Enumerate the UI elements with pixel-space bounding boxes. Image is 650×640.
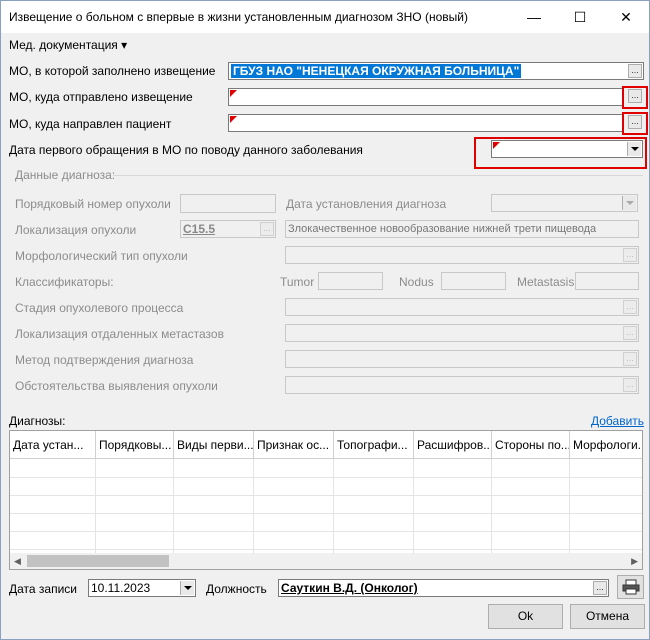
metastasis-field[interactable] bbox=[575, 272, 639, 290]
window-title: Извещение о больном с впервые в жизни ус… bbox=[9, 10, 468, 24]
classifiers-label: Классификаторы: bbox=[15, 275, 114, 289]
add-diagnosis-link[interactable]: Добавить bbox=[591, 414, 644, 428]
section-divider bbox=[113, 175, 643, 176]
column-header[interactable]: Признак ос... bbox=[254, 431, 334, 459]
confirm-method-label: Метод подтверждения диагноза bbox=[15, 353, 194, 367]
table-row[interactable] bbox=[10, 459, 642, 478]
tumor-loc-label: Локализация опухоли bbox=[15, 223, 137, 237]
confirm-method-field[interactable]: ... bbox=[285, 350, 639, 368]
meta-loc-field[interactable]: ... bbox=[285, 324, 639, 342]
print-button[interactable] bbox=[617, 575, 644, 599]
mo-filled-value: ГБУЗ НАО "НЕНЕЦКАЯ ОКРУЖНАЯ БОЛЬНИЦА" bbox=[231, 64, 522, 78]
mo-sent-field[interactable] bbox=[228, 88, 623, 106]
title-bar: Извещение о больном с впервые в жизни ус… bbox=[1, 1, 649, 33]
circumstances-label: Обстоятельства выявления опухоли bbox=[15, 379, 218, 393]
record-date-value: 10.11.2023 bbox=[91, 581, 151, 595]
tumor-loc-code: C15.5 bbox=[183, 222, 216, 236]
column-header[interactable]: Виды перви... bbox=[174, 431, 254, 459]
table-row[interactable] bbox=[10, 513, 642, 532]
metastasis-label: Metastasis bbox=[517, 275, 575, 289]
diagnoses-label: Диагнозы: bbox=[9, 414, 66, 428]
record-date-field[interactable]: 10.11.2023 bbox=[88, 579, 196, 597]
diag-date-label: Дата установления диагноза bbox=[286, 197, 447, 211]
position-label: Должность bbox=[206, 582, 267, 596]
tumor-field[interactable] bbox=[318, 272, 383, 290]
mo-patient-field[interactable] bbox=[228, 114, 623, 132]
morph-browse-button[interactable]: ... bbox=[623, 248, 637, 262]
position-field[interactable]: Сауткин В.Д. (Онколог) ... bbox=[278, 579, 609, 597]
highlight-first-visit-date bbox=[474, 137, 647, 169]
dialog-window: Извещение о больном с впервые в жизни ус… bbox=[0, 0, 650, 640]
record-date-label: Дата записи bbox=[9, 582, 77, 596]
tumor-loc-desc: Злокачественное новообразование нижней т… bbox=[288, 223, 597, 235]
diag-date-field[interactable] bbox=[491, 194, 638, 212]
scrollbar-thumb[interactable] bbox=[27, 555, 169, 567]
scroll-left-icon[interactable]: ◀ bbox=[14, 556, 21, 567]
meta-loc-label: Локализация отдаленных метастазов bbox=[15, 327, 224, 341]
close-button[interactable]: ✕ bbox=[603, 1, 649, 33]
cancel-button[interactable]: Отмена bbox=[570, 604, 645, 629]
circumstances-browse-button[interactable]: ... bbox=[623, 378, 637, 392]
printer-icon bbox=[622, 579, 639, 595]
diagnosis-section-title: Данные диагноза: bbox=[15, 168, 116, 182]
nodus-field[interactable] bbox=[441, 272, 506, 290]
minimize-button[interactable]: — bbox=[511, 1, 557, 33]
mo-filled-field[interactable]: ГБУЗ НАО "НЕНЕЦКАЯ ОКРУЖНАЯ БОЛЬНИЦА" ..… bbox=[228, 62, 644, 80]
column-header[interactable]: Дата устан... bbox=[10, 431, 96, 459]
tumor-loc-browse-button[interactable]: ... bbox=[260, 222, 274, 236]
morph-field[interactable]: ... bbox=[285, 246, 639, 264]
tumor-label: Tumor bbox=[280, 275, 315, 289]
morph-label: Морфологический тип опухоли bbox=[15, 249, 188, 263]
position-browse-button[interactable]: ... bbox=[593, 581, 607, 595]
tumor-loc-code-field[interactable]: C15.5 ... bbox=[180, 220, 276, 238]
diagnoses-table[interactable]: Дата устан... Порядковы... Виды перви...… bbox=[9, 430, 643, 570]
first-visit-label: Дата первого обращения в МО по поводу да… bbox=[9, 143, 363, 157]
tumor-number-field[interactable] bbox=[180, 194, 276, 213]
mo-filled-browse-button[interactable]: ... bbox=[628, 64, 642, 78]
stage-label: Стадия опухолевого процесса bbox=[15, 301, 184, 315]
record-date-dropdown-arrow[interactable] bbox=[180, 581, 194, 595]
column-header[interactable]: Стороны по... bbox=[492, 431, 570, 459]
column-header[interactable]: Топографи... bbox=[334, 431, 414, 459]
position-value: Сауткин В.Д. (Онколог) bbox=[281, 581, 418, 595]
diag-date-dropdown-arrow[interactable] bbox=[622, 196, 636, 210]
horizontal-scrollbar[interactable]: ◀ ▶ bbox=[10, 553, 642, 569]
column-header[interactable]: Морфологи... bbox=[570, 431, 642, 459]
menu-med-docs[interactable]: Мед. документация ▾ bbox=[9, 38, 127, 52]
table-row[interactable] bbox=[10, 531, 642, 550]
circumstances-field[interactable]: ... bbox=[285, 376, 639, 394]
highlight-mo-sent-browse bbox=[622, 86, 648, 109]
stage-browse-button[interactable]: ... bbox=[623, 300, 637, 314]
table-row[interactable] bbox=[10, 495, 642, 514]
stage-field[interactable]: ... bbox=[285, 298, 639, 316]
column-header[interactable]: Расшифров... bbox=[414, 431, 492, 459]
confirm-method-browse-button[interactable]: ... bbox=[623, 352, 637, 366]
tumor-loc-desc-field: Злокачественное новообразование нижней т… bbox=[285, 220, 639, 238]
meta-loc-browse-button[interactable]: ... bbox=[623, 326, 637, 340]
ok-button[interactable]: Ok bbox=[488, 604, 563, 629]
mo-filled-label: МО, в которой заполнено извещение bbox=[9, 64, 216, 78]
menu-bar: Мед. документация ▾ bbox=[1, 33, 649, 57]
maximize-button[interactable]: ☐ bbox=[557, 1, 603, 33]
table-row[interactable] bbox=[10, 477, 642, 496]
mo-patient-label: МО, куда направлен пациент bbox=[9, 117, 172, 131]
nodus-label: Nodus bbox=[399, 275, 434, 289]
tumor-number-label: Порядковый номер опухоли bbox=[15, 197, 171, 211]
highlight-mo-patient-browse bbox=[622, 112, 648, 135]
column-header[interactable]: Порядковы... bbox=[96, 431, 174, 459]
mo-sent-label: МО, куда отправлено извещение bbox=[9, 90, 193, 104]
scroll-right-icon[interactable]: ▶ bbox=[631, 556, 638, 567]
